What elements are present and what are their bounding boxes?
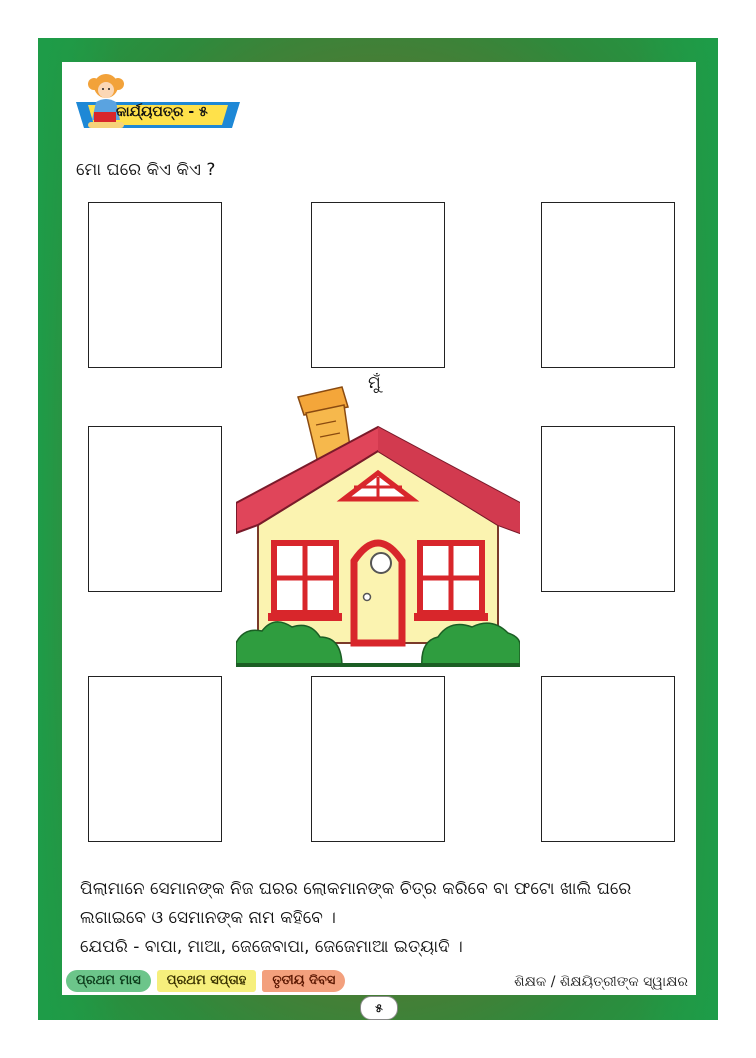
picture-box-top-center[interactable] [311, 202, 445, 368]
reading-girl-icon [88, 74, 124, 128]
instruction-line-3: ଯେପରି - ବାପା, ମାଆ, ଜେଜେବାପା, ଜେଜେମାଆ ଇତ୍… [80, 937, 463, 957]
instructions: ପିଲାମାନେ ସେମାନଙ୍କ ନିଜ ଘରର ଲୋକମାନଙ୍କ ଚିତ୍… [80, 875, 680, 962]
question-text: ମୋ ଘରେ କିଏ କିଏ ? [76, 160, 216, 180]
instruction-line-2: ଲଗାଇବେ ଓ ସେମାନଙ୍କ ନାମ କହିବେ । [80, 908, 336, 928]
picture-box-middle-right[interactable] [541, 426, 675, 592]
picture-box-bottom-right[interactable] [541, 676, 675, 842]
picture-box-top-right[interactable] [541, 202, 675, 368]
month-badge: ପ୍ରଥମ ମାସ [66, 970, 151, 992]
page-number: ୫ [360, 996, 398, 1020]
teacher-signature-label: ଶିକ୍ଷକ / ଶିକ୍ଷୟିତ୍ରୀଙ୍କ ସ୍ୱାକ୍ଷର [514, 974, 688, 990]
picture-box-bottom-left[interactable] [88, 676, 222, 842]
picture-box-middle-left[interactable] [88, 426, 222, 592]
instruction-line-1: ପିଲାମାନେ ସେମାନଙ୍କ ନିଜ ଘରର ଲୋକମାନଙ୍କ ଚିତ୍… [80, 879, 632, 899]
day-badge: ତୃତୀୟ ଦିବସ [262, 970, 346, 992]
worksheet-title: କାର୍ଯ୍ୟପତ୍ର - ୫ [116, 104, 208, 120]
picture-box-top-left[interactable] [88, 202, 222, 368]
schedule-tags: ପ୍ରଥମ ମାସ ପ୍ରଥମ ସପ୍ତାହ ତୃତୀୟ ଦିବସ [66, 970, 346, 992]
picture-box-bottom-center[interactable] [311, 676, 445, 842]
week-badge: ପ୍ରଥମ ସପ୍ତାହ [156, 970, 257, 992]
house-illustration [236, 386, 520, 667]
